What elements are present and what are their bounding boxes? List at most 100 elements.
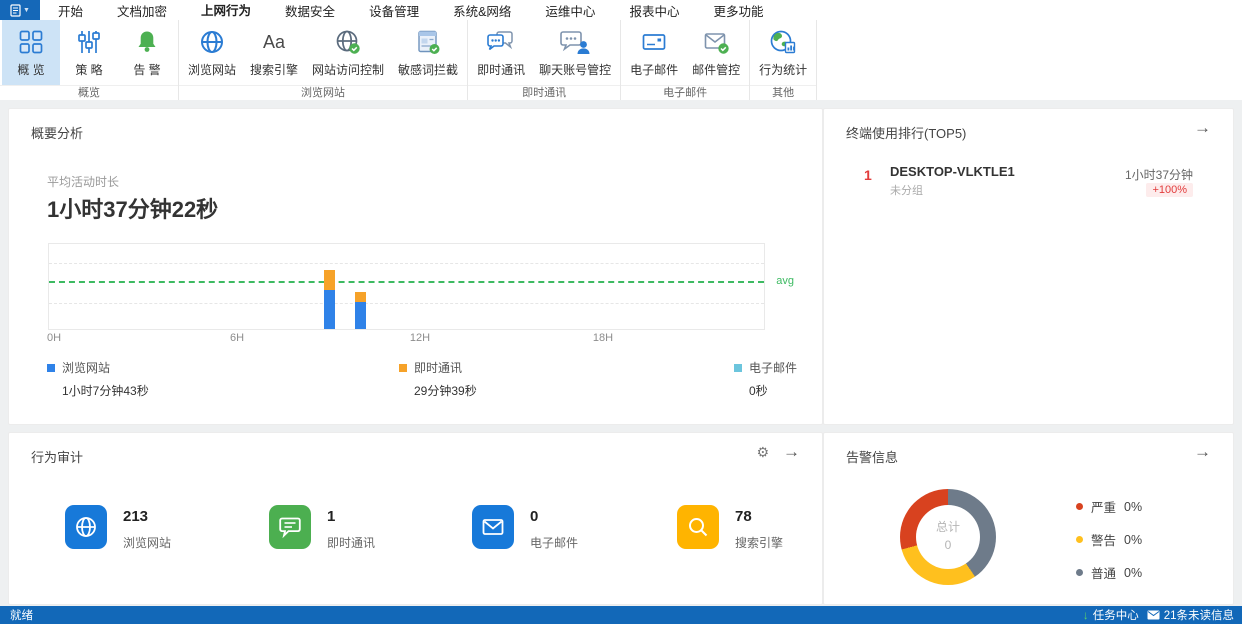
download-arrow-icon: ↓ [1082,608,1089,622]
avg-line: avg [49,275,794,287]
ribbon-item-mail-control[interactable]: 邮件管控 [685,20,747,85]
terminal-name: DESKTOP-VLKTLE1 [890,164,1015,179]
mail-check-icon [702,25,730,59]
ribbon-item-search-engine[interactable]: Aa 搜索引擎 [243,20,305,85]
menu-tab-doc-encrypt[interactable]: 文档加密 [115,0,169,21]
ribbon-item-label: 敏感词拦截 [398,63,459,77]
ribbon-item-label: 行为统计 [759,63,808,77]
stat-value: 0 [530,508,539,525]
unread-messages-button[interactable]: 21条未读信息 [1147,607,1234,623]
bar-segment [354,301,366,329]
ribbon-item-chat-account-control[interactable]: 聊天账号管控 [532,20,618,85]
activity-chart-plot: avg [48,243,794,330]
stat-browse-sites[interactable]: 213 浏览网站 [65,505,171,551]
ribbon-item-label: 邮件管控 [692,63,741,77]
gridline [49,303,764,304]
legend-name: 警告 [1091,534,1117,548]
ribbon-group-other: 行为统计 其他 [750,20,818,100]
alarm-legend-critical: 严重 0% [1076,497,1142,516]
panel-title: 终端使用排行(TOP5) [846,126,967,141]
ribbon-item-label: 策 略 [75,63,103,77]
app-menu-button[interactable]: ▼ [0,0,40,20]
message-icon [1147,610,1160,620]
main-area: 概要分析 平均活动时长 1小时37分钟22秒 avg 0H 6H 12H 18H 浏览… [0,100,1242,606]
x-tick-label: 6H [229,332,245,344]
document-check-icon [414,25,442,59]
panel-title: 行为审计 [31,450,84,465]
x-tick-label: 18H [592,332,614,344]
ribbon-item-im[interactable]: 即时通讯 [470,20,532,85]
arrow-right-icon[interactable]: → [783,443,800,460]
stat-im[interactable]: 1 即时通讯 [269,505,375,551]
legend-im: 即时通讯 29分钟39秒 [399,359,477,399]
menu-bar: ▼ 开始 文档加密 上网行为 数据安全 设备管理 系统&网络 运维中心 报表中心… [0,0,1242,22]
ribbon-group-label: 其他 [750,85,817,100]
ribbon-item-overview[interactable]: 概 览 [2,20,60,85]
stat-search[interactable]: 78 搜索引擎 [677,505,783,551]
menu-tab-internet-behavior[interactable]: 上网行为 [199,0,254,22]
legend-name: 浏览网站 [62,361,111,375]
arrow-right-icon[interactable]: → [1194,443,1211,460]
chat-icon [269,505,311,549]
ribbon-item-alert[interactable]: 告 警 [118,20,176,85]
svg-text:Aa: Aa [263,32,286,52]
ribbon-group-label: 概览 [0,85,178,100]
ribbon-item-label: 告 警 [133,63,161,77]
ribbon-item-sensitive-word-block[interactable]: 敏感词拦截 [391,20,465,85]
menu-tab-device-mgmt[interactable]: 设备管理 [367,0,421,21]
stat-email[interactable]: 0 电子邮件 [472,505,578,551]
legend-value: 0% [1124,532,1143,547]
ribbon-item-browse-site[interactable]: 浏览网站 [181,20,243,85]
menu-tab-more[interactable]: 更多功能 [711,0,765,21]
ribbon-item-label: 网站访问控制 [312,63,385,77]
chevron-down-icon: ▼ [23,6,30,14]
stat-value: 78 [735,508,752,525]
rank-number: 1 [864,167,872,183]
ribbon-item-label: 浏览网站 [188,63,237,77]
ribbon-item-behavior-stats[interactable]: 行为统计 [752,20,814,85]
menu-tab-data-security[interactable]: 数据安全 [283,0,337,21]
app-window: ▼ 开始 文档加密 上网行为 数据安全 设备管理 系统&网络 运维中心 报表中心… [0,0,1242,624]
stat-label: 电子邮件 [530,536,579,550]
audit-panel: 行为审计 ⚙ → 213 浏览网站 1 即时通讯 0 电子邮件 78 搜索引擎 [8,432,823,605]
legend-value: 29分钟39秒 [414,384,477,398]
bar-segment [354,292,366,302]
arrow-right-icon[interactable]: → [1194,119,1211,136]
gridline [49,263,764,264]
menu-tab-ops-center[interactable]: 运维中心 [543,0,597,21]
menu-tabs: 开始 文档加密 上网行为 数据安全 设备管理 系统&网络 运维中心 报表中心 更… [40,0,765,22]
ribbon-item-email[interactable]: 电子邮件 [623,20,685,85]
terminal-duration: 1小时37分钟 [1124,168,1193,182]
legend-value: 0% [1124,565,1143,580]
menu-tab-start[interactable]: 开始 [56,0,85,21]
stat-value: 213 [123,508,149,525]
ribbon-item-site-access-control[interactable]: 网站访问控制 [305,20,391,85]
legend-email: 电子邮件 0秒 [734,359,797,399]
legend-name: 电子邮件 [749,361,798,375]
grid-icon [17,25,45,59]
ribbon-group-overview: 概 览 策 略 告 警 概览 [0,20,179,100]
status-bar: 就绪 ↓ 任务中心 21条未读信息 [0,606,1242,624]
ribbon-item-policy[interactable]: 策 略 [60,20,118,85]
menu-tab-system-network[interactable]: 系统&网络 [451,0,513,21]
stat-value: 1 [327,508,336,525]
gear-icon[interactable]: ⚙ [756,445,769,459]
ribbon-group-im: 即时通讯 聊天账号管控 即时通讯 [468,20,622,100]
legend-dot [1076,536,1083,543]
chat-person-icon [559,25,591,59]
task-center-button[interactable]: ↓ 任务中心 [1083,607,1139,623]
x-tick-label: 12H [409,332,431,344]
x-tick-label: 0H [46,332,62,344]
avg-duration-label: 平均活动时长 [47,175,120,189]
legend-dot [1076,569,1083,576]
ribbon-item-label: 聊天账号管控 [539,63,612,77]
legend-name: 即时通讯 [414,361,463,375]
donut-center-text: 总计 0 [900,518,996,552]
bell-icon [133,25,161,59]
globe-icon [198,25,226,59]
menu-tab-report-center[interactable]: 报表中心 [627,0,681,21]
alarm-legend-warning: 警告 0% [1076,530,1142,549]
stat-label: 搜索引擎 [735,536,784,550]
ribbon-item-label: 搜索引擎 [250,63,299,77]
ranking-panel: 终端使用排行(TOP5) → 1 DESKTOP-VLKTLE1 未分组 1小时… [823,108,1234,425]
